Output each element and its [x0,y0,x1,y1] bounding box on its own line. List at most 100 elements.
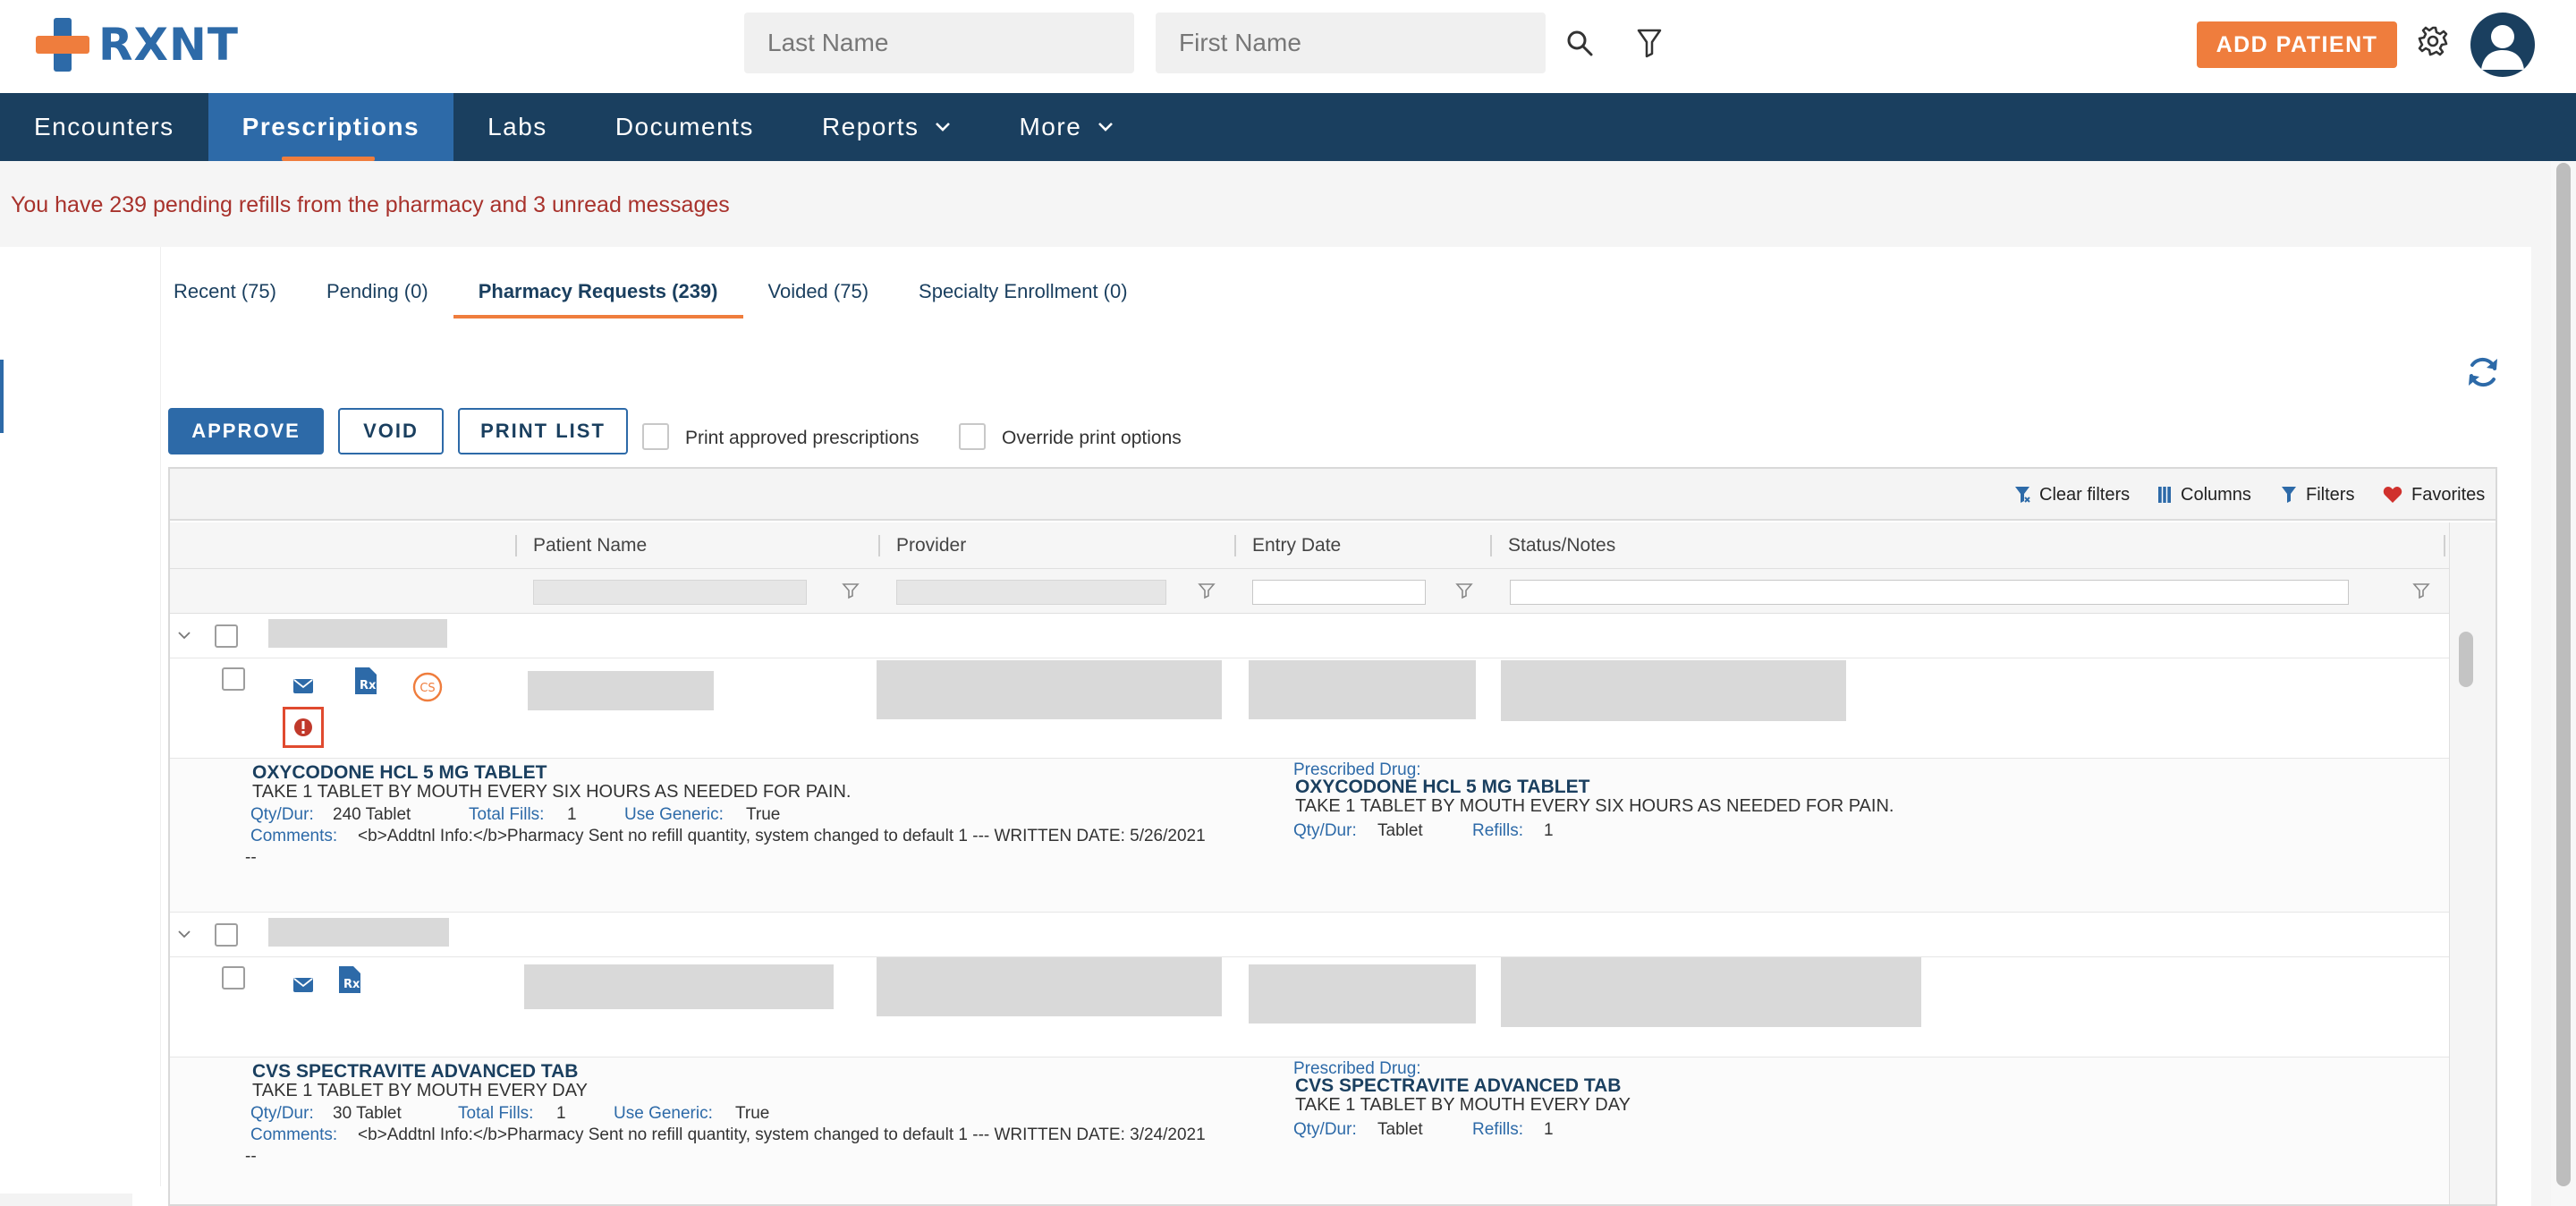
group-row[interactable] [170,614,2449,658]
filters-label: Filters [2306,484,2355,505]
cs-badge-text: CS [419,682,435,695]
rx-document-icon[interactable]: Rx [336,966,363,993]
redacted-patient-group [268,918,449,947]
table-row[interactable]: Rx CS [170,658,2449,759]
filter-icon [842,583,860,599]
column-separator [1490,535,1492,556]
favorites-button[interactable]: Favorites [2383,469,2485,521]
print-approved-checkbox[interactable] [642,423,669,450]
logo-cross-icon [36,18,89,72]
group-checkbox[interactable] [215,923,238,947]
qty-label: Qty/Dur: [250,805,314,824]
patient-name-filter-input[interactable] [533,580,807,605]
user-avatar[interactable] [2470,13,2535,77]
clear-filters-button[interactable]: Clear filters [2014,469,2130,521]
pending-refills-alert[interactable]: You have 239 pending refills from the ph… [11,192,730,218]
approve-button[interactable]: APPROVE [168,408,324,454]
tab-pending[interactable]: Pending (0) [301,265,453,318]
redacted-patient-name [528,671,714,710]
app-header: RXNT ADD PATIENT [0,0,2576,93]
column-separator [2444,535,2445,556]
nav-reports[interactable]: Reports [788,93,986,161]
main-nav: Encounters Prescriptions Labs Documents … [0,93,2576,161]
side-strip [0,247,161,1186]
envelope-icon[interactable] [290,673,317,700]
nav-encounters[interactable]: Encounters [0,93,208,161]
use-generic-label: Use Generic: [624,805,724,824]
prescribed-qty-value: Tablet [1377,821,1423,840]
filters-button[interactable]: Filters [2281,469,2354,521]
requested-drug-sig: TAKE 1 TABLET BY MOUTH EVERY SIX HOURS A… [252,782,852,802]
alert-warning-icon[interactable] [283,707,324,748]
group-row[interactable] [170,913,2449,957]
redacted-status-notes [1501,660,1846,721]
row-checkbox[interactable] [222,667,245,691]
first-name-input[interactable] [1156,13,1546,73]
side-strip-marker [0,360,4,433]
envelope-icon[interactable] [290,972,317,998]
use-generic-value: True [746,805,781,824]
grid-toolbar: Clear filters Columns Filters Favorites [170,469,2496,521]
void-button[interactable]: VOID [338,408,444,454]
favorites-label: Favorites [2411,484,2486,505]
comments-tail: -- [245,848,257,867]
nav-prescriptions[interactable]: Prescriptions [208,93,454,161]
tab-voided[interactable]: Voided (75) [743,265,894,318]
chevron-down-icon [178,632,191,640]
filter-icon [1455,583,1473,599]
gear-icon[interactable] [2413,21,2453,61]
redacted-entry-date [1249,964,1476,1023]
chevron-down-icon [178,930,191,938]
nav-more[interactable]: More [985,93,1148,161]
override-print-label: Override print options [1002,428,1182,448]
nav-label: Prescriptions [242,113,420,140]
nav-documents[interactable]: Documents [581,93,788,161]
tab-specialty-enrollment[interactable]: Specialty Enrollment (0) [894,265,1153,318]
provider-filter-input[interactable] [896,580,1166,605]
entry-date-filter-input[interactable] [1252,580,1426,605]
filter-icon [1198,583,1216,599]
col-status-notes[interactable]: Status/Notes [1508,522,1615,569]
table-row[interactable]: Rx [170,957,2449,1057]
page-scrollbar-thumb[interactable] [2556,163,2571,1186]
status-notes-filter-input[interactable] [1510,580,2349,605]
override-print-checkbox[interactable] [959,423,986,450]
nav-label: Documents [614,113,754,140]
tab-recent[interactable]: Recent (75) [148,265,301,318]
row-checkbox[interactable] [222,966,245,989]
prescription-tabs: Recent (75) Pending (0) Pharmacy Request… [148,265,1153,318]
refresh-icon[interactable] [2465,354,2501,390]
svg-text:Rx: Rx [343,978,360,991]
columns-icon [2158,487,2171,503]
filter-icon [2282,487,2296,503]
grid-scrollbar[interactable] [2449,522,2496,1204]
last-name-input[interactable] [744,13,1134,73]
requested-drug-sig: TAKE 1 TABLET BY MOUTH EVERY DAY [252,1081,588,1100]
heart-icon [2383,487,2402,503]
prescribed-drug-sig: TAKE 1 TABLET BY MOUTH EVERY DAY [1295,1095,1631,1115]
redacted-provider [877,660,1222,719]
filter-icon[interactable] [1630,23,1669,63]
total-fills-value: 1 [556,1104,566,1123]
columns-label: Columns [2181,484,2251,505]
rx-document-icon[interactable]: Rx [352,667,379,694]
group-checkbox[interactable] [215,624,238,648]
clear-filters-label: Clear filters [2039,484,2131,505]
pharmacy-requests-grid: Clear filters Columns Filters Favorites … [168,467,2497,1206]
columns-button[interactable]: Columns [2157,469,2251,521]
col-provider[interactable]: Provider [896,522,966,569]
add-patient-button[interactable]: ADD PATIENT [2197,21,2397,68]
total-fills-value: 1 [567,805,577,824]
col-patient-name[interactable]: Patient Name [533,522,647,569]
tab-pharmacy-requests[interactable]: Pharmacy Requests (239) [453,265,743,318]
col-entry-date[interactable]: Entry Date [1252,522,1341,569]
search-icon[interactable] [1560,23,1599,63]
nav-label: Reports [821,113,919,140]
column-separator [1234,535,1236,556]
chevron-down-icon [1097,122,1114,132]
print-list-button[interactable]: PRINT LIST [458,408,628,454]
grid-scrollbar-thumb[interactable] [2459,632,2473,687]
nav-labs[interactable]: Labs [453,93,581,161]
rxnt-logo[interactable]: RXNT [36,18,239,72]
column-separator [878,535,880,556]
